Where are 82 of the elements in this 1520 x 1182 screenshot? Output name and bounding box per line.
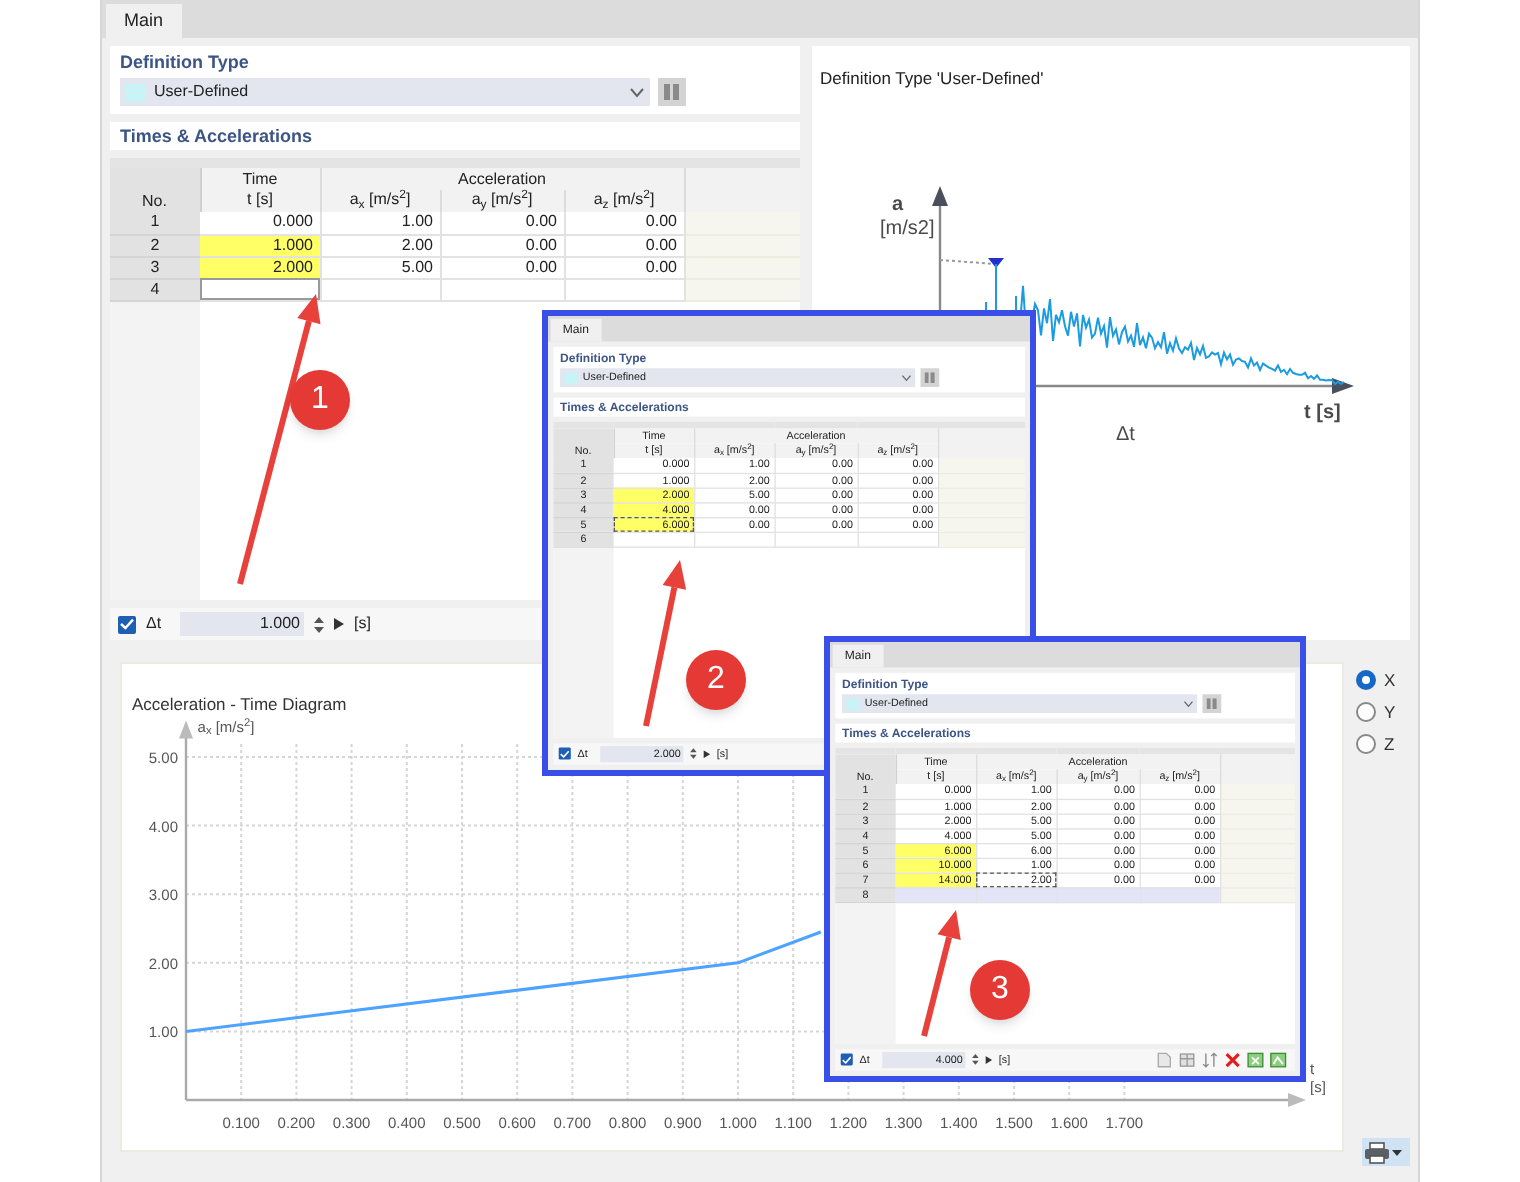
play-icon[interactable] <box>985 1055 993 1064</box>
column-header: Acceleration <box>320 168 684 190</box>
row-number: 1 <box>110 212 200 234</box>
delete-icon[interactable] <box>1223 1051 1241 1068</box>
play-icon[interactable] <box>334 618 344 630</box>
tab[interactable]: Main <box>106 4 182 38</box>
play-icon[interactable] <box>703 749 711 758</box>
table-cell[interactable] <box>440 278 564 300</box>
sort-icon[interactable] <box>1200 1051 1219 1068</box>
section-heading: Times & Accelerations <box>120 124 313 148</box>
table-row[interactable]: 1 0.000 1.00 0.00 0.00 <box>110 212 800 234</box>
color-swatch <box>126 83 146 101</box>
library-button[interactable] <box>658 78 686 106</box>
radio-button[interactable]: Y <box>1356 699 1410 725</box>
table-cell[interactable]: 2.00 <box>320 234 440 256</box>
chevron-icon[interactable] <box>630 87 644 97</box>
table-cell[interactable]: 0.00 <box>564 234 684 256</box>
row-number: 2 <box>110 234 200 256</box>
row-number: 3 <box>110 256 200 278</box>
unit-label: [s] <box>354 612 371 636</box>
column-header: a$_{z}$ [m/s$^{2}$] <box>564 190 684 212</box>
table-cell[interactable]: 1.000 <box>200 234 320 256</box>
spinner-icon[interactable] <box>690 747 697 760</box>
library-button[interactable] <box>920 368 940 387</box>
chart-title: Acceleration - Time Diagram <box>132 694 347 714</box>
spinner-icon[interactable] <box>314 615 324 633</box>
caret-icon <box>1392 1149 1402 1155</box>
row-number: 4 <box>110 278 200 300</box>
column-header: No. <box>110 168 200 212</box>
column-header: a$_{x}$ [m/s$^{2}$] <box>320 190 440 212</box>
panel-title: Definition Type 'User-Defined' <box>820 68 1044 88</box>
axis-label: a <box>892 194 904 216</box>
delta-t-label: Δt <box>146 612 164 636</box>
value-field[interactable]: 1.000 <box>180 612 304 636</box>
table-cell[interactable]: 0.00 <box>564 212 684 234</box>
printer-icon <box>1364 1141 1390 1163</box>
table-cell[interactable] <box>200 278 320 300</box>
spreadsheet-icon[interactable] <box>1269 1051 1287 1068</box>
books-icon <box>1206 698 1218 709</box>
table-cell[interactable]: 0.00 <box>440 234 564 256</box>
table-row[interactable]: 2 1.000 2.00 0.00 0.00 <box>110 234 800 256</box>
grid-icon[interactable] <box>1178 1051 1196 1068</box>
page-icon[interactable] <box>1155 1051 1173 1068</box>
checkbox[interactable] <box>840 1053 853 1066</box>
table-cell[interactable]: 5.00 <box>320 256 440 278</box>
radio-button[interactable]: X <box>1356 668 1410 694</box>
column-header: a$_{y}$ [m/s$^{2}$] <box>440 190 564 212</box>
column-header: t [s] <box>200 190 320 212</box>
spinner-icon[interactable] <box>972 1053 979 1066</box>
table-cell[interactable]: 0.00 <box>440 256 564 278</box>
table-row[interactable]: 3 2.000 5.00 0.00 0.00 <box>110 256 800 278</box>
table-cell[interactable]: 2.000 <box>200 256 320 278</box>
checkbox[interactable] <box>118 615 136 633</box>
library-button[interactable] <box>1202 694 1222 713</box>
table-row[interactable]: 4 <box>110 278 800 300</box>
radio-button[interactable]: Z <box>1356 731 1410 757</box>
table-cell[interactable]: 1.00 <box>320 212 440 234</box>
spreadsheet-icon[interactable] <box>1246 1051 1264 1068</box>
leader-line <box>939 259 997 265</box>
print-button[interactable] <box>1362 1138 1410 1166</box>
column-header: Time <box>200 168 320 190</box>
color-swatch <box>564 371 578 384</box>
dropdown[interactable]: User-Defined <box>120 78 650 106</box>
table-cell[interactable]: 0.000 <box>200 212 320 234</box>
section-heading: Definition Type <box>120 50 249 74</box>
peak-marker <box>988 258 1004 268</box>
books-icon <box>664 84 680 100</box>
table-cell[interactable]: 0.00 <box>440 212 564 234</box>
table-cell[interactable] <box>1139 887 1220 902</box>
interval-label: Δt <box>1116 424 1135 446</box>
books-icon <box>924 372 936 383</box>
table-cell[interactable] <box>564 278 684 300</box>
chevron-icon[interactable] <box>901 374 912 381</box>
checkbox[interactable] <box>558 747 571 760</box>
color-swatch <box>846 697 860 710</box>
y-axis-arrow <box>932 186 948 310</box>
table-cell[interactable]: 0.00 <box>564 256 684 278</box>
chevron-icon[interactable] <box>1183 700 1194 707</box>
axis-unit: [m/s2] <box>880 218 935 240</box>
table-cell[interactable] <box>320 278 440 300</box>
axis-label: t [s] <box>1304 402 1341 424</box>
arrow <box>921 910 961 1037</box>
